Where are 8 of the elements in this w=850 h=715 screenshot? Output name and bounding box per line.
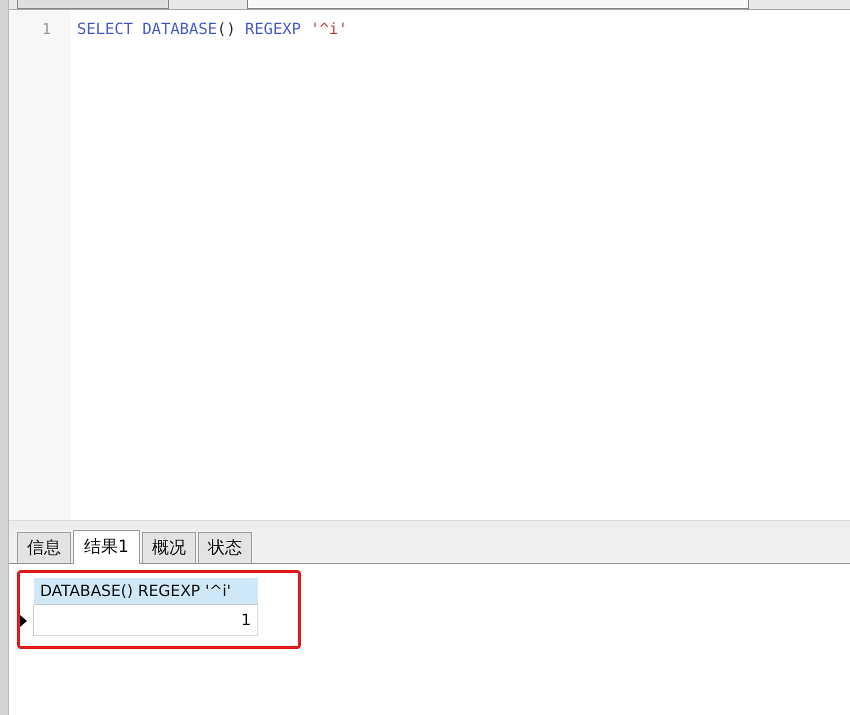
result-tab[interactable]: 概况	[142, 532, 196, 563]
line-number: 1	[42, 20, 52, 40]
column-header[interactable]: DATABASE() REGEXP '^i'	[34, 578, 258, 605]
result-tab[interactable]: 状态	[198, 532, 252, 563]
code-line: SELECT DATABASE() REGEXP '^i'	[77, 20, 348, 40]
result-tab[interactable]: 信息	[17, 532, 71, 563]
result-tab[interactable]: 结果1	[73, 530, 140, 564]
table-cell: 1	[34, 605, 258, 636]
